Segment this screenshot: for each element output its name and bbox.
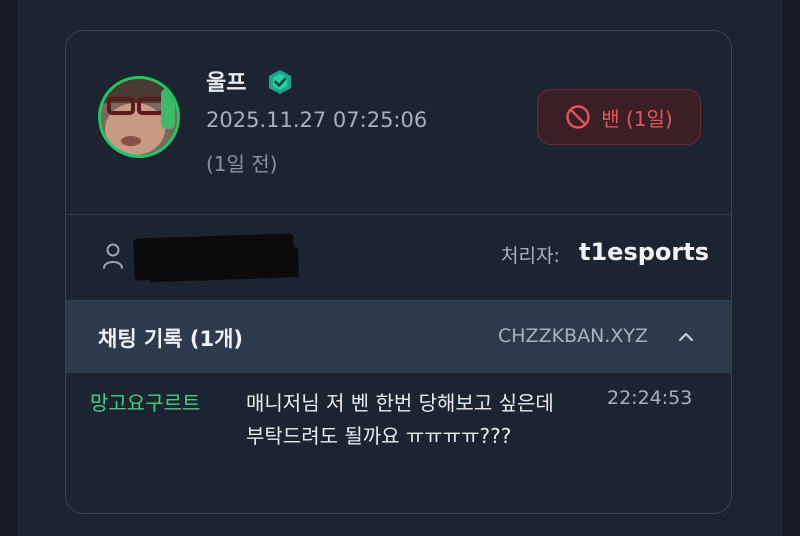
message-timestamp: 22:24:53 (607, 387, 693, 409)
verified-badge-icon (269, 70, 291, 94)
avatar[interactable] (98, 76, 180, 158)
chat-log-header[interactable]: 채팅 기록 (1개) CHZZKBAN.XYZ (66, 301, 731, 373)
chat-message: 망고요구르트 매니저님 저 벤 한번 당해보고 싶은데 부탁드려도 될까요 ㅠㅠ… (66, 373, 731, 513)
redacted-username (133, 233, 295, 281)
ban-duration-label: 밴 (1일) (601, 106, 673, 131)
message-text: 매니저님 저 벤 한번 당해보고 싶은데 부탁드려도 될까요 ㅠㅠㅠㅠ??? (246, 391, 554, 448)
message-username[interactable]: 망고요구르트 (90, 387, 200, 416)
person-icon (103, 243, 123, 269)
info-row: 처리자: t1esports (66, 214, 731, 301)
ban-icon (566, 105, 590, 129)
relative-time: (1일 전) (206, 152, 278, 176)
processor-label: 처리자: (501, 245, 560, 267)
ban-duration-badge[interactable]: 밴 (1일) (537, 89, 701, 145)
username: 울프 (206, 71, 247, 96)
card-header: 울프 2025.11.27 07:25:06 (1일 전) 밴 (1일) (66, 31, 731, 215)
ban-datetime: 2025.11.27 07:25:06 (206, 108, 428, 132)
right-frame (781, 0, 800, 536)
chevron-up-icon[interactable] (676, 327, 696, 347)
left-frame (0, 0, 19, 536)
avatar-image (101, 79, 177, 155)
ban-record-card: 울프 2025.11.27 07:25:06 (1일 전) 밴 (1일) 처리자… (65, 30, 732, 514)
processor-value: t1esports (579, 238, 709, 266)
chat-log-source[interactable]: CHZZKBAN.XYZ (498, 325, 648, 347)
chat-log-title: 채팅 기록 (1개) (98, 327, 244, 351)
